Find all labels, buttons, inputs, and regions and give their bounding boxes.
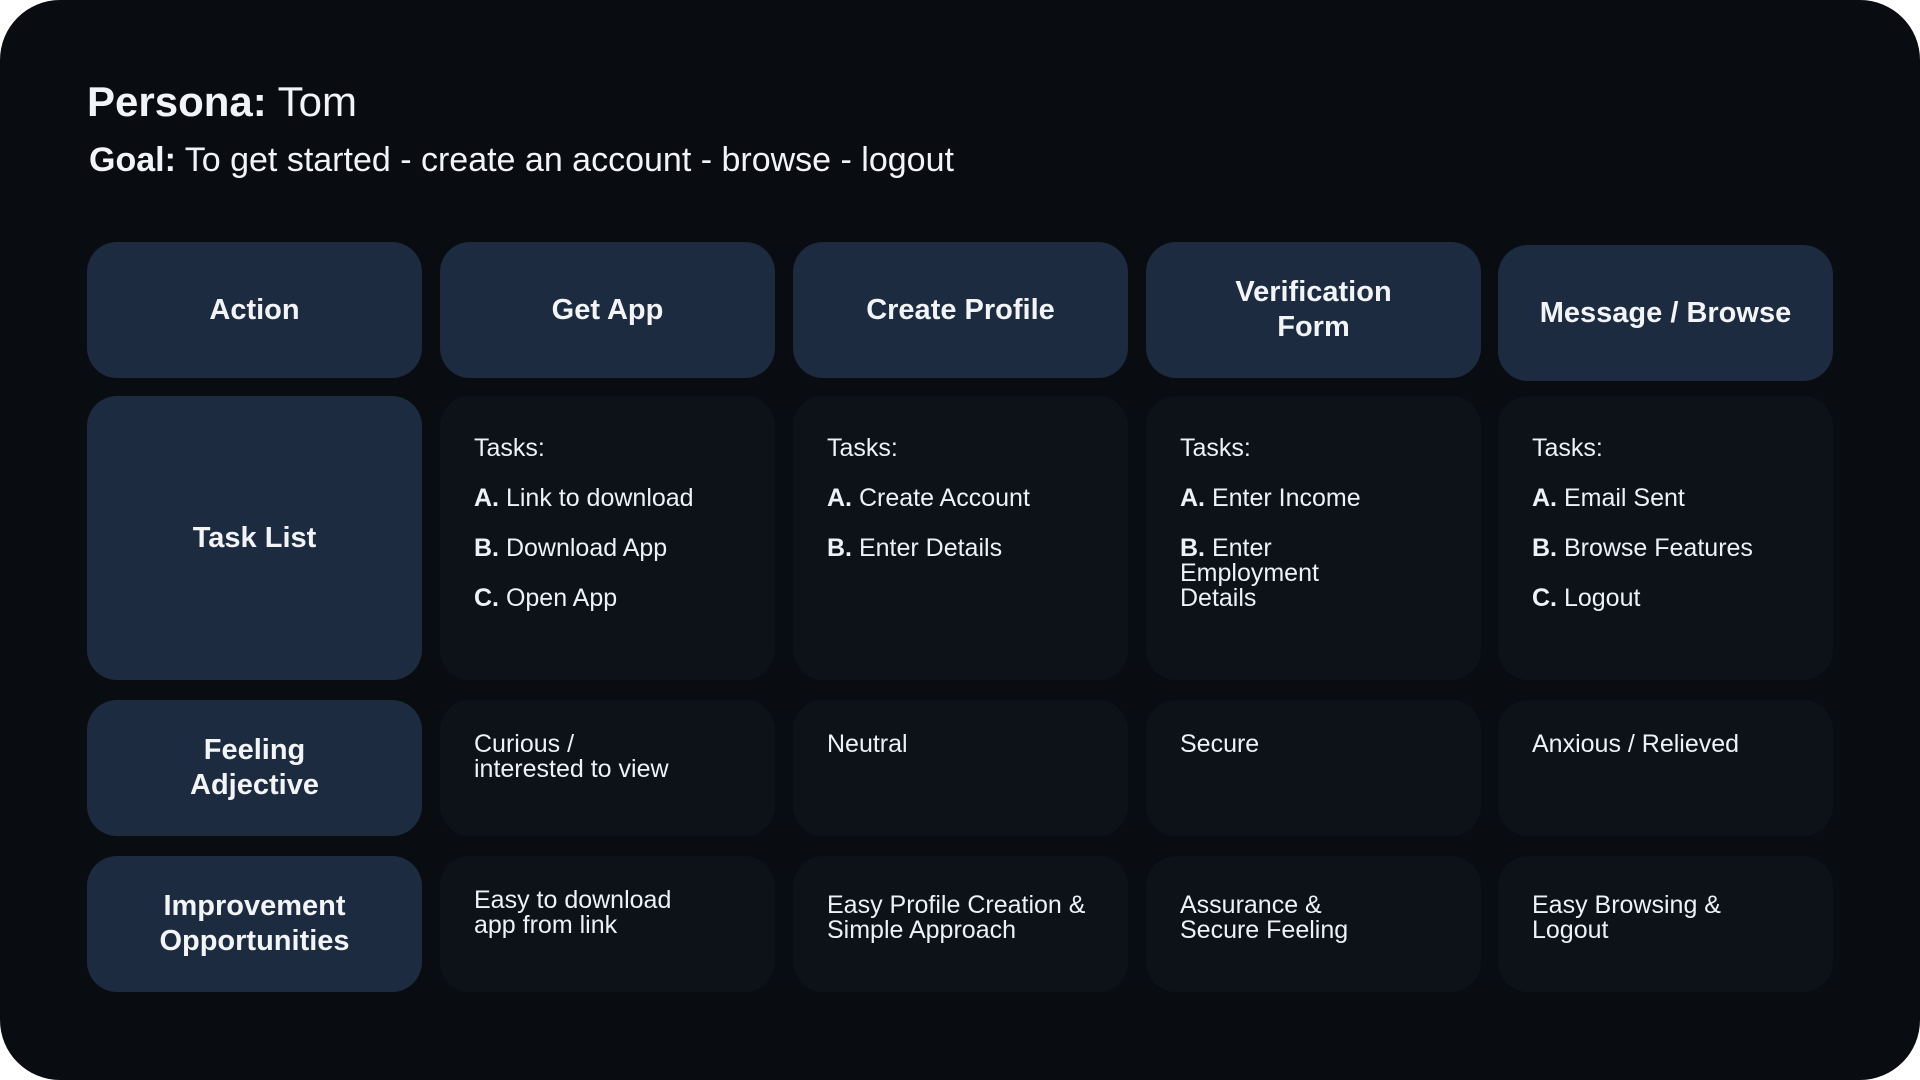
header-get-app: Get App: [440, 242, 775, 378]
improvement-get-app: Easy to download app from link: [440, 856, 775, 992]
feeling-text: Neutral: [827, 730, 908, 758]
feeling-verification-form: Secure: [1146, 700, 1481, 836]
row-label-improvement: Improvement Opportunities: [87, 856, 422, 992]
persona-title: Persona: Tom: [87, 76, 357, 128]
header-message-browse: Message / Browse: [1498, 245, 1833, 381]
task-letter: C.: [474, 584, 499, 612]
task-text: Link to download: [505, 484, 694, 512]
feeling-text: Secure: [1180, 730, 1260, 758]
tasks-message-browse: Tasks: A. Email Sent B. Browse Features …: [1498, 396, 1833, 680]
header-action-label: Action: [209, 293, 300, 326]
task-item: B. Download App: [474, 536, 775, 561]
task-item: C. Open App: [474, 586, 775, 611]
tasks-heading: Tasks:: [474, 434, 545, 462]
task-letter: A.: [474, 484, 499, 512]
task-letter: A.: [827, 484, 852, 512]
feeling-create-profile: Neutral: [793, 700, 1128, 836]
task-item: B. Enter Employment Details: [1180, 536, 1350, 611]
task-text: Browse Features: [1563, 534, 1753, 562]
task-letter: A.: [1180, 484, 1205, 512]
improvement-text: Easy Profile Creation & Simple Approach: [827, 891, 1086, 944]
tasks-get-app: Tasks: A. Link to download B. Download A…: [440, 396, 775, 680]
task-letter: B.: [1532, 534, 1557, 562]
tasks-heading: Tasks:: [1180, 434, 1251, 462]
task-item: B. Browse Features: [1532, 536, 1833, 561]
row-label-task-list: Task List: [87, 396, 422, 680]
tasks-heading: Tasks:: [1532, 434, 1603, 462]
tasks-verification-form: Tasks: A. Enter Income B. Enter Employme…: [1146, 396, 1481, 680]
row-label-task-list-text: Task List: [192, 521, 317, 554]
header-action: Action: [87, 242, 422, 378]
task-letter: C.: [1532, 584, 1557, 612]
feeling-text: Anxious / Relieved: [1532, 730, 1740, 758]
improvement-create-profile: Easy Profile Creation & Simple Approach: [793, 856, 1128, 992]
goal-text: To get started - create an account - bro…: [184, 141, 954, 179]
header-create-profile-label: Create Profile: [866, 293, 1055, 326]
task-item: B. Enter Details: [827, 536, 1128, 561]
improvement-text: Assurance & Secure Feeling: [1180, 891, 1349, 944]
feeling-message-browse: Anxious / Relieved: [1498, 700, 1833, 836]
header-verification-form: Verification Form: [1146, 242, 1481, 378]
task-text: Open App: [505, 584, 618, 612]
improvement-message-browse: Easy Browsing & Logout: [1498, 856, 1833, 992]
goal-line: Goal: To get started - create an account…: [89, 138, 954, 182]
task-text: Enter Income: [1211, 484, 1361, 512]
feeling-get-app: Curious / interested to view: [440, 700, 775, 836]
task-text: Enter Details: [858, 534, 1003, 562]
row-label-feeling-text: Feeling Adjective: [190, 734, 319, 801]
header-create-profile: Create Profile: [793, 242, 1128, 378]
row-label-feeling: Feeling Adjective: [87, 700, 422, 836]
task-text: Download App: [505, 534, 668, 562]
task-item: C. Logout: [1532, 586, 1833, 611]
task-item: A. Email Sent: [1532, 486, 1833, 511]
improvement-text: Easy Browsing & Logout: [1532, 891, 1721, 944]
header-get-app-label: Get App: [551, 293, 664, 326]
header-verification-form-label: Verification Form: [1235, 276, 1392, 343]
task-item: A. Link to download: [474, 486, 724, 511]
feeling-text: Curious / interested to view: [474, 730, 669, 783]
task-text: Create Account: [858, 484, 1030, 512]
task-letter: B.: [1180, 534, 1205, 562]
task-text: Email Sent: [1563, 484, 1685, 512]
row-label-improvement-text: Improvement Opportunities: [159, 890, 350, 957]
header-message-browse-label: Message / Browse: [1539, 296, 1792, 329]
improvement-verification-form: Assurance & Secure Feeling: [1146, 856, 1481, 992]
task-item: A. Enter Income: [1180, 486, 1481, 511]
task-letter: B.: [474, 534, 499, 562]
task-letter: A.: [1532, 484, 1557, 512]
tasks-create-profile: Tasks: A. Create Account B. Enter Detail…: [793, 396, 1128, 680]
improvement-text: Easy to download app from link: [474, 886, 672, 939]
goal-label: Goal:: [89, 141, 176, 179]
task-letter: B.: [827, 534, 852, 562]
tasks-heading: Tasks:: [827, 434, 898, 462]
persona-label: Persona:: [87, 78, 267, 125]
task-text: Logout: [1563, 584, 1641, 612]
task-item: A. Create Account: [827, 486, 1128, 511]
journey-map-card: Persona: Tom Goal: To get started - crea…: [0, 0, 1920, 1080]
persona-name: Tom: [277, 78, 358, 125]
